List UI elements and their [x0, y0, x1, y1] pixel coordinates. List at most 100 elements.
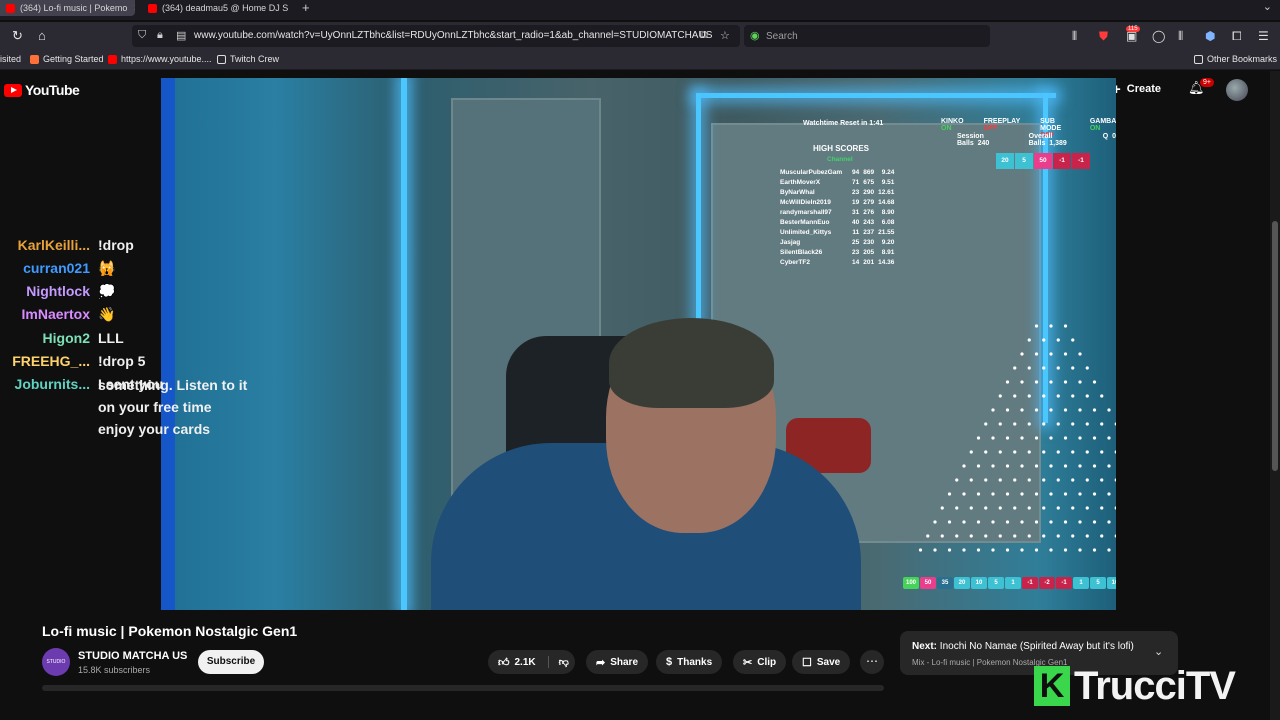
- plinko-peg: [1063, 492, 1068, 496]
- table-row: Jasjag 25 230 9.20: [778, 237, 896, 247]
- bookmark-item[interactable]: isited: [0, 54, 21, 64]
- plinko-peg: [1005, 380, 1010, 384]
- browser-tab[interactable]: (364) deadmau5 @ Home DJ S ✕: [140, 0, 290, 16]
- menu-icon[interactable]: ☰: [1258, 29, 1269, 43]
- plinko-peg: [1034, 464, 1039, 468]
- plinko-peg: [1100, 478, 1104, 482]
- lock-icon[interactable]: 🔒︎: [157, 29, 163, 42]
- plinko-peg: [1056, 534, 1060, 538]
- plinko-peg: [1100, 534, 1104, 538]
- plinko-peg: [1056, 506, 1060, 510]
- plinko-peg: [1020, 380, 1024, 384]
- description-box[interactable]: [42, 685, 884, 691]
- score-value: 237: [863, 228, 875, 236]
- youtube-logo[interactable]: YouTube: [4, 82, 80, 98]
- plinko-peg: [1085, 506, 1089, 510]
- plinko-peg: [955, 506, 959, 510]
- plinko-peg: [1085, 366, 1089, 370]
- score-value: 201: [863, 258, 875, 266]
- bookmark-folder-twitch-crew[interactable]: Twitch Crew: [217, 54, 279, 64]
- plinko-peg: [947, 548, 952, 552]
- home-icon[interactable]: ⌂: [38, 28, 46, 43]
- like-button[interactable]: 👍︎ 2.1K 👎︎: [488, 650, 575, 674]
- account-icon[interactable]: ◯: [1152, 29, 1165, 43]
- chat-username: Joburnits...: [14, 376, 90, 392]
- plinko-peg: [1078, 548, 1082, 552]
- picture-in-picture-icon[interactable]: ⧉: [700, 29, 708, 42]
- page-scrollbar[interactable]: [1270, 71, 1280, 720]
- plinko-peg: [1100, 506, 1104, 510]
- score-value: 23: [852, 188, 860, 196]
- plinko-peg: [1049, 324, 1053, 328]
- channel-avatar[interactable]: STUDIO MATCHA: [42, 648, 70, 693]
- bookmark-getting-started[interactable]: Getting Started: [30, 54, 104, 64]
- score-value: 9.51: [881, 178, 895, 186]
- plinko-peg: [976, 520, 981, 524]
- bookmark-star-icon[interactable]: ☆: [720, 29, 730, 42]
- plinko-peg: [1027, 394, 1031, 398]
- dislike-button[interactable]: 👎︎: [547, 656, 569, 668]
- reload-icon[interactable]: ↻: [12, 28, 23, 44]
- table-row: ByNarWhal 23 290 12.61: [778, 187, 896, 197]
- plinko-peg: [1027, 450, 1031, 454]
- clip-button[interactable]: ✂ Clip: [733, 650, 787, 674]
- plinko-peg: [991, 436, 995, 440]
- led-strip: [696, 93, 1056, 98]
- plinko-peg: [984, 534, 988, 538]
- share-button[interactable]: ➦ Share: [586, 650, 649, 674]
- more-actions-icon[interactable]: ⋯: [860, 650, 884, 674]
- plinko-peg: [984, 450, 988, 454]
- scrollbar-thumb[interactable]: [1272, 221, 1278, 471]
- plinko-peg: [1092, 548, 1097, 552]
- folder-icon: [217, 54, 226, 64]
- cube-extension-icon[interactable]: ⬢: [1205, 29, 1215, 43]
- subscribe-button[interactable]: Subscribe: [198, 650, 264, 674]
- plinko-slot: 5: [988, 577, 1004, 589]
- plinko-peg: [1027, 422, 1031, 426]
- result-chip: -1: [1072, 153, 1090, 169]
- shield-icon[interactable]: ⛉: [138, 29, 146, 42]
- account-avatar[interactable]: [1226, 79, 1248, 101]
- thanks-button[interactable]: $ Thanks: [656, 650, 723, 674]
- chat-text: 👋: [98, 306, 116, 322]
- plinko-peg: [984, 506, 988, 510]
- new-tab-button[interactable]: +: [302, 0, 310, 15]
- save-button[interactable]: ☐ Save: [792, 650, 851, 674]
- url-bar[interactable]: ⛉ 🔒︎ ▤ www.youtube.com/watch?v=UyOnnLZTb…: [132, 25, 740, 47]
- other-bookmarks[interactable]: Other Bookmarks: [1194, 54, 1277, 64]
- plinko-peg: [969, 478, 973, 482]
- plinko-peg: [1005, 492, 1010, 496]
- puzzle-extensions-icon[interactable]: ⧠: [1232, 29, 1242, 44]
- plinko-slot: 1: [1073, 577, 1089, 589]
- score-value: 9.20: [881, 238, 895, 246]
- grid-extension-icon[interactable]: ⦀: [1178, 29, 1183, 44]
- plinko-peg: [1020, 492, 1024, 496]
- plinko-peg: [1085, 478, 1089, 482]
- window-controls-icon[interactable]: ⌄: [1263, 0, 1272, 13]
- search-box[interactable]: ◉ Search: [744, 25, 990, 47]
- watchtime-label: Watchtime Reset in 1:41: [803, 120, 884, 127]
- channel-name[interactable]: STUDIO MATCHA US: [78, 650, 187, 662]
- plinko-slot: -1: [1022, 577, 1038, 589]
- plinko-peg: [998, 478, 1002, 482]
- browser-tab-active[interactable]: (364) Lo-fi music | Pokemo ✕: [0, 0, 135, 16]
- plinko-peg: [947, 520, 952, 524]
- plinko-peg: [1063, 464, 1068, 468]
- library-icon[interactable]: ⫴: [1072, 29, 1077, 44]
- plinko-peg: [1114, 450, 1116, 454]
- score-value: 94: [852, 168, 860, 176]
- create-button[interactable]: + Create: [1112, 79, 1161, 99]
- video-player[interactable]: Watchtime Reset in 1:41 KINKO ON FREEPLAY…: [161, 78, 1116, 610]
- subscriber-count: 15.8K subscribers: [78, 665, 151, 675]
- plinko-peg: [1071, 394, 1075, 398]
- plinko-peg: [1056, 422, 1060, 426]
- plinko-peg: [1078, 492, 1082, 496]
- page-info-icon[interactable]: ▤: [176, 29, 186, 42]
- youtube-play-icon: [4, 83, 22, 97]
- chevron-down-icon[interactable]: ⌄: [1154, 645, 1163, 658]
- bookmark-youtube[interactable]: https://www.youtube....: [108, 54, 212, 64]
- plinko-peg: [1107, 408, 1111, 412]
- close-tab-icon[interactable]: ✕: [133, 3, 135, 14]
- ublock-icon[interactable]: ⛊: [1099, 29, 1108, 44]
- plinko-peg: [1034, 520, 1039, 524]
